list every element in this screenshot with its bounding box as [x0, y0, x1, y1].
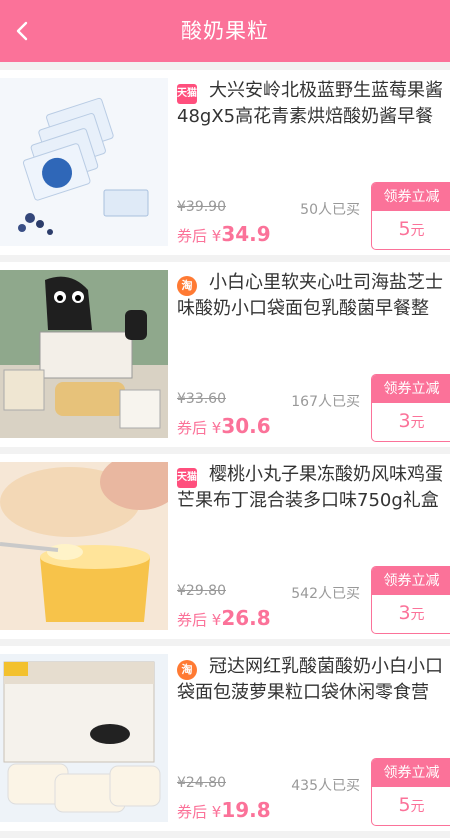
coupon-button[interactable]: 领券立减 5元	[371, 182, 450, 250]
after-coupon-price: 券后 ¥19.8	[177, 798, 271, 822]
product-card[interactable]: 天猫 樱桃小丸子果冻酸奶风味鸡蛋芒果布丁混合装多口味750g礼盒 ¥29.80 …	[0, 454, 450, 639]
coupon-label: 领券立减	[372, 759, 450, 787]
product-card[interactable]: 淘 冠达网红乳酸菌酸奶小白小口袋面包菠萝果粒口袋休闲零食营养... ¥24.80…	[0, 646, 450, 831]
product-title[interactable]: 小白心里软夹心吐司海盐芝士味酸奶小口袋面包乳酸菌早餐整箱...	[177, 270, 445, 322]
after-coupon-label: 券后	[177, 227, 208, 245]
price-value: 30.6	[221, 414, 271, 438]
original-price: ¥29.80	[177, 583, 226, 599]
sold-count: 435人已买	[291, 778, 360, 794]
coupon-button[interactable]: 领券立减 5元	[371, 758, 450, 826]
coupon-button[interactable]: 领券立减 3元	[371, 374, 450, 442]
coupon-unit: 元	[410, 607, 425, 623]
product-list: 天猫 大兴安岭北极蓝野生蓝莓果酱48gX5高花青素烘焙酸奶酱早餐面... ¥39…	[0, 62, 450, 838]
product-image[interactable]	[0, 78, 168, 246]
product-image[interactable]	[0, 462, 168, 630]
after-coupon-price: 券后 ¥26.8	[177, 606, 271, 630]
product-card[interactable]: 天猫 大兴安岭北极蓝野生蓝莓果酱48gX5高花青素烘焙酸奶酱早餐面... ¥39…	[0, 70, 450, 255]
sold-count: 542人已买	[291, 586, 360, 602]
original-price: ¥24.80	[177, 775, 226, 791]
price-value: 34.9	[221, 222, 271, 246]
coupon-value: 3元	[372, 403, 450, 441]
currency-symbol: ¥	[211, 227, 222, 245]
after-coupon-price: 券后 ¥34.9	[177, 222, 271, 246]
sold-count: 50人已买	[300, 202, 360, 218]
coupon-button[interactable]: 领券立减 3元	[371, 566, 450, 634]
currency-symbol: ¥	[211, 803, 222, 821]
after-coupon-label: 券后	[177, 419, 208, 437]
coupon-unit: 元	[410, 223, 425, 239]
after-coupon-price: 券后 ¥30.6	[177, 414, 271, 438]
coupon-unit: 元	[410, 799, 425, 815]
product-card[interactable]: 淘 小白心里软夹心吐司海盐芝士味酸奶小口袋面包乳酸菌早餐整箱... ¥33.60…	[0, 262, 450, 447]
product-title[interactable]: 樱桃小丸子果冻酸奶风味鸡蛋芒果布丁混合装多口味750g礼盒	[177, 462, 445, 514]
coupon-value: 5元	[372, 787, 450, 825]
page-title: 酸奶果粒	[181, 19, 269, 43]
coupon-value: 3元	[372, 595, 450, 633]
coupon-label: 领券立减	[372, 183, 450, 211]
product-title[interactable]: 大兴安岭北极蓝野生蓝莓果酱48gX5高花青素烘焙酸奶酱早餐面...	[177, 78, 445, 130]
currency-symbol: ¥	[211, 611, 222, 629]
sold-count: 167人已买	[291, 394, 360, 410]
coupon-amount: 3	[398, 602, 411, 624]
original-price: ¥33.60	[177, 391, 226, 407]
coupon-unit: 元	[410, 415, 425, 431]
coupon-amount: 5	[398, 218, 411, 240]
coupon-label: 领券立减	[372, 375, 450, 403]
product-image[interactable]	[0, 654, 168, 822]
coupon-label: 领券立减	[372, 567, 450, 595]
after-coupon-label: 券后	[177, 803, 208, 821]
original-price: ¥39.90	[177, 199, 226, 215]
coupon-amount: 3	[398, 410, 411, 432]
currency-symbol: ¥	[211, 419, 222, 437]
product-image[interactable]	[0, 270, 168, 438]
after-coupon-label: 券后	[177, 611, 208, 629]
price-value: 19.8	[221, 798, 271, 822]
price-value: 26.8	[221, 606, 271, 630]
coupon-amount: 5	[398, 794, 411, 816]
product-title[interactable]: 冠达网红乳酸菌酸奶小白小口袋面包菠萝果粒口袋休闲零食营养...	[177, 654, 445, 706]
coupon-value: 5元	[372, 211, 450, 249]
app-header: 酸奶果粒	[0, 0, 450, 62]
